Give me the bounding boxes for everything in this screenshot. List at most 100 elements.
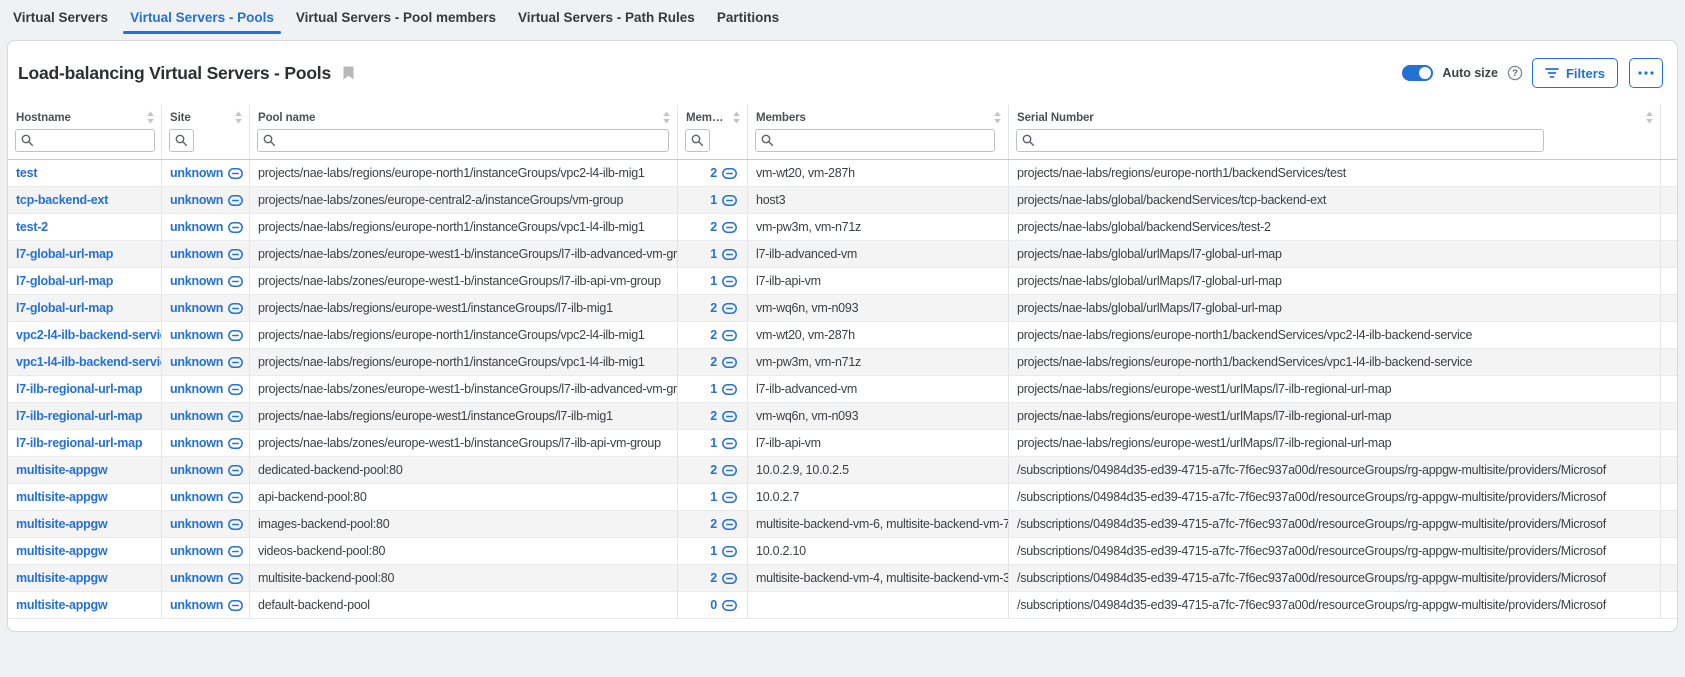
hostname-search-input[interactable] [37,130,154,151]
column-filter-box[interactable] [755,129,995,152]
member-count-link[interactable]: 2 [710,322,737,348]
sort-icon[interactable] [1646,111,1653,124]
sort-icon[interactable] [994,111,1001,124]
column-sort-header[interactable]: Hostname [8,105,161,127]
serial_number-search-input[interactable] [1038,130,1543,151]
sort-icon[interactable] [663,111,670,124]
table-row[interactable]: multisite-appgw unknown multisite-backen… [8,565,1677,592]
sort-icon[interactable] [733,111,740,124]
site-link[interactable]: unknown [170,295,243,321]
site-link[interactable]: unknown [170,187,243,213]
tab-virtual-servers[interactable]: Virtual Servers [2,0,119,34]
hostname-link[interactable]: vpc2-l4-ilb-backend-service [16,322,162,348]
column-sort-header[interactable]: Members [748,105,1008,127]
hostname-link[interactable]: test-2 [16,214,48,240]
column-filter-box[interactable] [685,129,710,152]
column-sort-header[interactable]: Pool name [250,105,677,127]
table-row[interactable]: l7-ilb-regional-url-map unknown projects… [8,430,1677,457]
table-row[interactable]: vpc1-l4-ilb-backend-service unknown proj… [8,349,1677,376]
hostname-link[interactable]: tcp-backend-ext [16,187,108,213]
site-link[interactable]: unknown [170,592,243,618]
table-row[interactable]: test unknown projects/nae-labs/regions/e… [8,160,1677,187]
auto-size-toggle[interactable] [1402,65,1433,81]
hostname-link[interactable]: multisite-appgw [16,565,107,591]
site-link[interactable]: unknown [170,430,243,456]
table-row[interactable]: tcp-backend-ext unknown projects/nae-lab… [8,187,1677,214]
hostname-link[interactable]: l7-ilb-regional-url-map [16,376,142,402]
member_count-search-input[interactable] [707,130,709,151]
site-link[interactable]: unknown [170,484,243,510]
table-row[interactable]: multisite-appgw unknown images-backend-p… [8,511,1677,538]
member-count-link[interactable]: 2 [710,457,737,483]
member-count-link[interactable]: 2 [710,511,737,537]
site-link[interactable]: unknown [170,241,243,267]
hostname-link[interactable]: multisite-appgw [16,538,107,564]
tab-virtual-servers-path-rules[interactable]: Virtual Servers - Path Rules [507,0,706,34]
site-link[interactable]: unknown [170,349,243,375]
hostname-link[interactable]: l7-global-url-map [16,241,113,267]
site-link[interactable]: unknown [170,457,243,483]
hostname-link[interactable]: multisite-appgw [16,511,107,537]
site-link[interactable]: unknown [170,322,243,348]
table-row[interactable]: l7-global-url-map unknown projects/nae-l… [8,241,1677,268]
site-search-input[interactable] [191,130,193,151]
column-sort-header[interactable]: Site [162,105,249,127]
more-options-button[interactable] [1629,58,1663,88]
member-count-link[interactable]: 1 [710,376,737,402]
tab-virtual-servers-pool-members[interactable]: Virtual Servers - Pool members [285,0,507,34]
member-count-link[interactable]: 2 [710,349,737,375]
table-row[interactable]: test-2 unknown projects/nae-labs/regions… [8,214,1677,241]
member-count-link[interactable]: 0 [710,592,737,618]
member-count-link[interactable]: 1 [710,484,737,510]
table-row[interactable]: l7-ilb-regional-url-map unknown projects… [8,376,1677,403]
column-filter-box[interactable] [169,129,194,152]
member-count-link[interactable]: 2 [710,160,737,186]
hostname-link[interactable]: l7-ilb-regional-url-map [16,430,142,456]
site-link[interactable]: unknown [170,214,243,240]
site-link[interactable]: unknown [170,268,243,294]
sort-icon[interactable] [235,111,242,124]
column-sort-header[interactable]: Mem… [678,105,747,127]
column-sort-header[interactable]: Serial Number [1009,105,1660,127]
site-link[interactable]: unknown [170,160,243,186]
pool_name-search-input[interactable] [279,130,668,151]
site-link[interactable]: unknown [170,538,243,564]
table-row[interactable]: multisite-appgw unknown dedicated-backen… [8,457,1677,484]
help-icon[interactable]: ? [1507,65,1523,81]
hostname-link[interactable]: l7-global-url-map [16,295,113,321]
bookmark-icon[interactable] [343,66,354,80]
column-filter-box[interactable] [15,129,155,152]
member-count-link[interactable]: 2 [710,295,737,321]
hostname-link[interactable]: multisite-appgw [16,457,107,483]
hostname-link[interactable]: multisite-appgw [16,592,107,618]
member-count-link[interactable]: 1 [710,538,737,564]
members-search-input[interactable] [777,130,994,151]
member-count-link[interactable]: 1 [710,241,737,267]
site-link[interactable]: unknown [170,376,243,402]
member-count-link[interactable]: 1 [710,268,737,294]
table-row[interactable]: multisite-appgw unknown api-backend-pool… [8,484,1677,511]
hostname-link[interactable]: l7-global-url-map [16,268,113,294]
member-count-link[interactable]: 2 [710,565,737,591]
member-count-link[interactable]: 2 [710,403,737,429]
member-count-link[interactable]: 1 [710,430,737,456]
table-row[interactable]: l7-global-url-map unknown projects/nae-l… [8,295,1677,322]
table-row[interactable]: multisite-appgw unknown videos-backend-p… [8,538,1677,565]
site-link[interactable]: unknown [170,511,243,537]
member-count-link[interactable]: 1 [710,187,737,213]
column-filter-box[interactable] [257,129,669,152]
member-count-link[interactable]: 2 [710,214,737,240]
hostname-link[interactable]: test [16,160,37,186]
tab-virtual-servers-pools[interactable]: Virtual Servers - Pools [119,0,285,34]
site-link[interactable]: unknown [170,565,243,591]
hostname-link[interactable]: l7-ilb-regional-url-map [16,403,142,429]
hostname-link[interactable]: vpc1-l4-ilb-backend-service [16,349,162,375]
site-link[interactable]: unknown [170,403,243,429]
table-row[interactable]: l7-ilb-regional-url-map unknown projects… [8,403,1677,430]
table-row[interactable]: l7-global-url-map unknown projects/nae-l… [8,268,1677,295]
sort-icon[interactable] [147,111,154,124]
table-row[interactable]: multisite-appgw unknown default-backend-… [8,592,1677,619]
hostname-link[interactable]: multisite-appgw [16,484,107,510]
filters-button[interactable]: Filters [1532,58,1618,88]
column-filter-box[interactable] [1016,129,1544,152]
